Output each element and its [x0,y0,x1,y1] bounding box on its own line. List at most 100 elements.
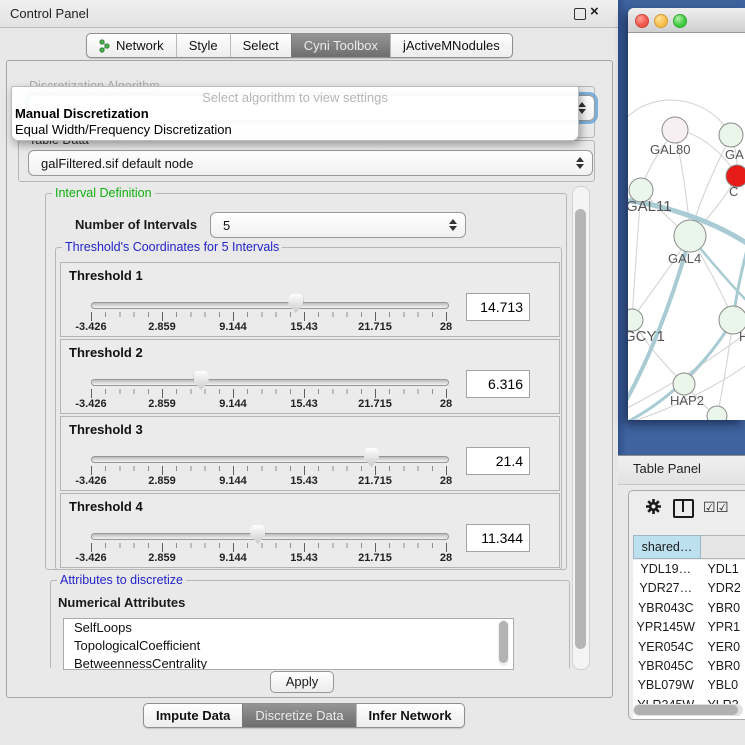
tick-label: 21.715 [358,552,392,564]
threshold-3-value-field[interactable] [466,447,530,475]
node-partial-bottom[interactable] [707,406,727,420]
tick-label: 28 [440,552,452,564]
tick-label: 2.859 [148,552,176,564]
column-header-name[interactable]: name [701,535,745,559]
tab-cyni-toolbox[interactable]: Cyni Toolbox [291,34,390,57]
tick-marks-major [91,312,448,321]
tab-style[interactable]: Style [176,34,230,57]
table-row[interactable]: YDL19…YDL1 [633,560,745,579]
network-view-window: GAL80 GA C GAL11 GAL4 GCY1 H HAP2 [628,8,745,420]
label-h-partial: H [739,329,745,344]
mac-zoom-button[interactable] [673,14,687,28]
settings-vertical-scrollbar[interactable] [572,186,590,670]
tick-marks-major [91,389,448,398]
table-data-combo-value: galFiltered.sif default node [41,156,193,171]
attributes-list-scrollbar[interactable] [498,620,509,666]
table-row[interactable]: YDR27…YDR2 [633,579,745,598]
network-canvas[interactable]: GAL80 GA C GAL11 GAL4 GCY1 H HAP2 [628,32,745,420]
threshold-1-slider-track[interactable] [91,302,449,309]
threshold-1-value-field[interactable] [466,293,530,321]
threshold-1-block: Threshold 1 -3.426 2.859 9.144 15.43 21.… [60,262,560,337]
threshold-3-label: Threshold 3 [69,422,143,437]
tick-label: -3.426 [75,398,106,410]
numerical-attributes-list[interactable]: SelfLoops TopologicalCoefficient Between… [63,618,514,670]
threshold-4-value-field[interactable] [466,524,530,552]
unselect-all-columns-icon[interactable]: ☑ [716,499,729,516]
tab-select[interactable]: Select [230,34,291,57]
threshold-2-slider-thumb[interactable] [194,371,209,390]
gear-icon[interactable] [645,498,662,515]
list-item[interactable]: SelfLoops [64,619,513,637]
tick-label: 2.859 [148,398,176,410]
label-gal80: GAL80 [650,142,690,157]
threshold-4-slider-track[interactable] [91,533,449,540]
network-window-titlebar[interactable] [628,8,745,33]
node-hap2[interactable] [673,373,695,395]
app-stage: Control Panel × Network Style Select Cyn… [0,0,745,745]
tick-label: 21.715 [358,475,392,487]
tick-label: -3.426 [75,552,106,564]
close-panel-icon[interactable]: × [590,3,599,20]
table-row[interactable]: YBL079WYBL0 [633,676,745,695]
tab-jactivemnodules[interactable]: jActiveMNodules [390,34,512,57]
tab-discretize-data[interactable]: Discretize Data [242,704,355,727]
threshold-1-slider-thumb[interactable] [288,294,303,313]
table-row[interactable]: YER054CYER0 [633,638,745,657]
node-gal4[interactable] [674,220,706,252]
label-c-partial: C [729,184,738,199]
tab-label: Network [116,37,164,54]
float-panel-icon[interactable] [574,8,586,20]
column-header-shared-name[interactable]: shared… [633,535,701,559]
tick-label: 2.859 [148,321,176,333]
apply-button[interactable]: Apply [270,671,334,693]
node-partial-top-right[interactable] [719,123,743,147]
tick-label: 9.144 [219,398,247,410]
tab-infer-network[interactable]: Infer Network [356,704,464,727]
table-horizontal-scrollbar[interactable] [633,704,743,716]
tab-impute-data[interactable]: Impute Data [144,704,242,727]
tick-label: 21.715 [358,321,392,333]
table-header-row: shared… name [633,535,745,559]
mac-minimize-button[interactable] [654,14,668,28]
tick-label: 15.43 [290,321,318,333]
tick-marks-major [91,466,448,475]
threshold-4-block: Threshold 4 -3.426 2.859 9.144 15.43 21.… [60,493,560,568]
intervals-value: 5 [223,218,230,233]
threshold-2-value-field[interactable] [466,370,530,398]
popup-item-equal-width-frequency[interactable]: Equal Width/Frequency Discretization [15,122,232,137]
list-item[interactable]: TopologicalCoefficient [64,637,513,655]
threshold-3-block: Threshold 3 -3.426 2.859 9.144 15.43 21.… [60,416,560,491]
tick-label: 2.859 [148,475,176,487]
table-row[interactable]: YBR045CYBR0 [633,657,745,676]
network-icon [99,39,111,53]
popup-placeholder: Select algorithm to view settings [12,90,578,105]
tick-label: -3.426 [75,475,106,487]
top-tab-bar: Network Style Select Cyni Toolbox jActiv… [86,33,513,58]
threshold-3-slider-thumb[interactable] [364,448,379,467]
combo-arrows-icon [576,157,584,169]
label-hap2: HAP2 [670,393,704,408]
numerical-attributes-label: Numerical Attributes [58,595,185,610]
popup-item-manual-discretization[interactable]: Manual Discretization [15,106,149,121]
tick-marks-major [91,543,448,552]
table-data-combobox[interactable]: galFiltered.sif default node [28,150,593,176]
threshold-4-slider-thumb[interactable] [250,525,265,544]
panel-title: Control Panel [10,6,89,21]
list-item[interactable]: BetweennessCentrality [64,655,513,670]
threshold-2-block: Threshold 2 -3.426 2.859 9.144 15.43 21.… [60,339,560,414]
threshold-2-label: Threshold 2 [69,345,143,360]
threshold-coordinates-title: Threshold's Coordinates for 5 Intervals [62,240,282,254]
tab-network[interactable]: Network [87,34,176,57]
select-all-columns-icon[interactable]: ☑ [703,499,716,516]
threshold-3-slider-track[interactable] [91,456,449,463]
table-row[interactable]: YPR145WYPR1 [633,618,745,637]
table-row[interactable]: YBR043CYBR0 [633,599,745,618]
mac-close-button[interactable] [635,14,649,28]
combo-arrows-icon [578,102,586,114]
label-gal4: GAL4 [668,251,701,266]
tick-label: 9.144 [219,321,247,333]
split-columns-icon[interactable] [673,499,694,518]
number-of-intervals-combobox[interactable]: 5 [210,212,466,238]
node-gal80[interactable] [662,117,688,143]
threshold-2-slider-track[interactable] [91,379,449,386]
